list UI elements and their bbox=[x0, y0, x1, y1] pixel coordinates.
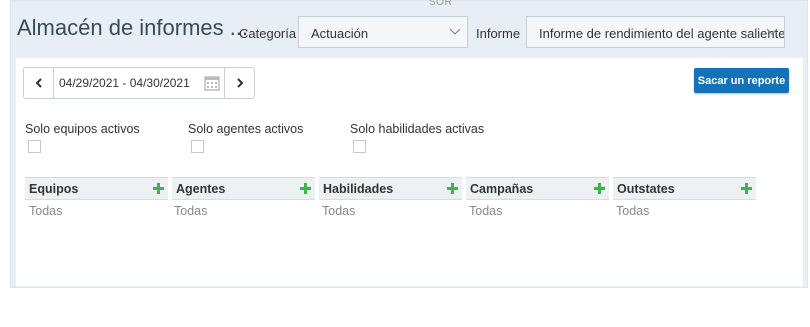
column-title: Equipos bbox=[29, 182, 79, 196]
active-agents-checkbox[interactable] bbox=[191, 140, 204, 153]
column-title: Agentes bbox=[176, 182, 226, 196]
report-select[interactable]: Informe de rendimiento del agente salien… bbox=[526, 16, 785, 48]
run-report-button[interactable]: Sacar un reporte bbox=[694, 68, 789, 93]
active-teams-checkbox[interactable] bbox=[28, 140, 41, 153]
prev-date-button[interactable] bbox=[24, 68, 54, 98]
column-value: Todas bbox=[469, 204, 503, 218]
column-value: Todas bbox=[174, 204, 208, 218]
chevron-left-icon bbox=[35, 78, 42, 88]
calendar-icon[interactable] bbox=[204, 75, 220, 91]
column-value: Todas bbox=[29, 204, 63, 218]
cut-off-label: SOR bbox=[429, 0, 453, 8]
plus-icon[interactable] bbox=[741, 183, 752, 194]
active-teams-label: Solo equipos activos bbox=[25, 122, 140, 136]
chevron-down-icon bbox=[766, 28, 778, 35]
plus-icon[interactable] bbox=[153, 183, 164, 194]
column-value: Todas bbox=[616, 204, 650, 218]
active-agents-label: Solo agentes activos bbox=[188, 122, 304, 136]
report-select-value: Informe de rendimiento del agente salien… bbox=[539, 26, 785, 41]
active-skills-label: Solo habilidades activas bbox=[350, 122, 485, 136]
plus-icon[interactable] bbox=[300, 183, 311, 194]
category-label: Categoría bbox=[239, 26, 297, 41]
date-range-picker: 04/29/2021 - 04/30/2021 bbox=[23, 67, 255, 99]
chevron-right-icon bbox=[236, 78, 243, 88]
column-header-agents: Agentes bbox=[172, 177, 315, 200]
column-header-skills: Habilidades bbox=[319, 177, 462, 200]
plus-icon[interactable] bbox=[594, 183, 605, 194]
column-header-teams: Equipos bbox=[25, 177, 168, 200]
report-store-frame: SOR Almacén de informes ... Categoría Ac… bbox=[10, 0, 808, 288]
report-panel: 04/29/2021 - 04/30/2021 Sacar un reporte… bbox=[16, 58, 803, 286]
column-title: Outstates bbox=[617, 182, 675, 196]
column-header-outstates: Outstates bbox=[613, 177, 756, 200]
category-select-value: Actuación bbox=[311, 26, 369, 41]
column-title: Habilidades bbox=[323, 182, 394, 196]
active-skills-checkbox[interactable] bbox=[353, 140, 366, 153]
page-title: Almacén de informes ... bbox=[17, 15, 249, 40]
category-select[interactable]: Actuación bbox=[298, 16, 468, 48]
chevron-down-icon bbox=[449, 28, 461, 35]
report-label: Informe bbox=[476, 26, 521, 41]
column-title: Campañas bbox=[470, 182, 534, 196]
next-date-button[interactable] bbox=[224, 68, 254, 98]
date-range-input[interactable]: 04/29/2021 - 04/30/2021 bbox=[59, 76, 190, 90]
column-header-campaigns: Campañas bbox=[466, 177, 609, 200]
column-value: Todas bbox=[322, 204, 356, 218]
plus-icon[interactable] bbox=[447, 183, 458, 194]
